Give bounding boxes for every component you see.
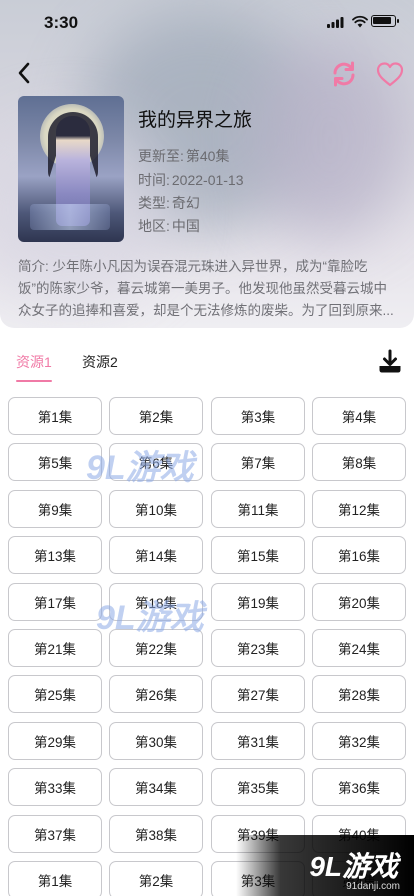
episode-button[interactable]: 第15集 <box>211 536 305 575</box>
detail-header: 3:30 我的异界之旅 更新至: 第40集 时间: 2022-01-13 类型:… <box>0 0 414 328</box>
synopsis[interactable]: 简介: 少年陈小凡因为误吞混元珠进入异世界，成为“靠脸吃饭”的陈家少爷，暮云城第… <box>18 256 396 322</box>
episode-button[interactable]: 第20集 <box>312 582 406 621</box>
episode-button[interactable]: 第28集 <box>312 675 406 714</box>
episode-button[interactable]: 第9集 <box>8 489 102 528</box>
episode-button[interactable]: 第25集 <box>8 675 102 714</box>
episode-button[interactable]: 第16集 <box>312 536 406 575</box>
back-button[interactable] <box>10 58 38 88</box>
episode-button[interactable]: 第36集 <box>312 768 406 807</box>
episode-button[interactable]: 第1集 <box>8 861 102 896</box>
source-tabs: 资源1 资源2 <box>0 340 414 388</box>
episode-button[interactable]: 第10集 <box>109 489 203 528</box>
signal-icon <box>327 17 344 28</box>
episode-button[interactable]: 第12集 <box>312 489 406 528</box>
tab-source-2[interactable]: 资源2 <box>82 352 118 372</box>
active-tab-indicator <box>16 380 52 382</box>
episode-button[interactable]: 第21集 <box>8 629 102 667</box>
show-title: 我的异界之旅 <box>138 110 253 131</box>
chevron-left-icon <box>18 62 30 84</box>
episode-button[interactable]: 第37集 <box>8 814 102 853</box>
episode-button[interactable]: 第2集 <box>109 861 203 896</box>
episode-button[interactable]: 第27集 <box>211 675 305 714</box>
wifi-icon <box>352 15 368 28</box>
episode-button[interactable]: 第18集 <box>109 582 203 621</box>
episode-button[interactable]: 第5集 <box>8 443 102 482</box>
meta-update: 更新至: 第40集 <box>138 148 230 164</box>
episode-button[interactable]: 第14集 <box>109 536 203 575</box>
download-icon[interactable] <box>377 349 403 375</box>
meta-time: 时间: 2022-01-13 <box>138 172 244 188</box>
meta-region: 地区: 中国 <box>138 218 200 234</box>
episode-button[interactable]: 第34集 <box>109 768 203 807</box>
heart-outline-icon[interactable] <box>375 60 405 88</box>
episode-button[interactable]: 第38集 <box>109 814 203 853</box>
episode-button[interactable]: 第23集 <box>211 629 305 667</box>
meta-type: 类型: 奇幻 <box>138 195 200 211</box>
episode-button[interactable]: 第29集 <box>8 721 102 760</box>
episode-button[interactable]: 第2集 <box>109 397 203 435</box>
episode-button[interactable]: 第4集 <box>312 397 406 435</box>
episode-button[interactable]: 第13集 <box>8 536 102 575</box>
episode-button[interactable]: 第8集 <box>312 443 406 482</box>
status-bar: 3:30 <box>0 0 414 44</box>
battery-icon <box>371 15 399 27</box>
episode-button[interactable]: 第30集 <box>109 721 203 760</box>
episode-button[interactable]: 第26集 <box>109 675 203 714</box>
episode-button[interactable]: 第22集 <box>109 629 203 667</box>
refresh-icon[interactable] <box>330 60 358 88</box>
tab-source-1[interactable]: 资源1 <box>16 352 52 372</box>
episode-button[interactable]: 第6集 <box>109 443 203 482</box>
watermark-corner: 9L游戏 91danji.com <box>236 835 414 896</box>
episode-button[interactable]: 第17集 <box>8 582 102 621</box>
episode-button[interactable]: 第24集 <box>312 629 406 667</box>
episode-button[interactable]: 第19集 <box>211 582 305 621</box>
episode-button[interactable]: 第3集 <box>211 397 305 435</box>
episode-button[interactable]: 第31集 <box>211 721 305 760</box>
episode-button[interactable]: 第1集 <box>8 397 102 435</box>
app-root: 3:30 我的异界之旅 更新至: 第40集 时间: 2022-01-13 类型:… <box>0 0 414 896</box>
episode-button[interactable]: 第11集 <box>211 489 305 528</box>
episode-button[interactable]: 第35集 <box>211 768 305 807</box>
status-time: 3:30 <box>44 13 79 32</box>
episode-button[interactable]: 第7集 <box>211 443 305 482</box>
episode-button[interactable]: 第33集 <box>8 768 102 807</box>
cover-image <box>18 96 124 242</box>
episode-button[interactable]: 第32集 <box>312 721 406 760</box>
